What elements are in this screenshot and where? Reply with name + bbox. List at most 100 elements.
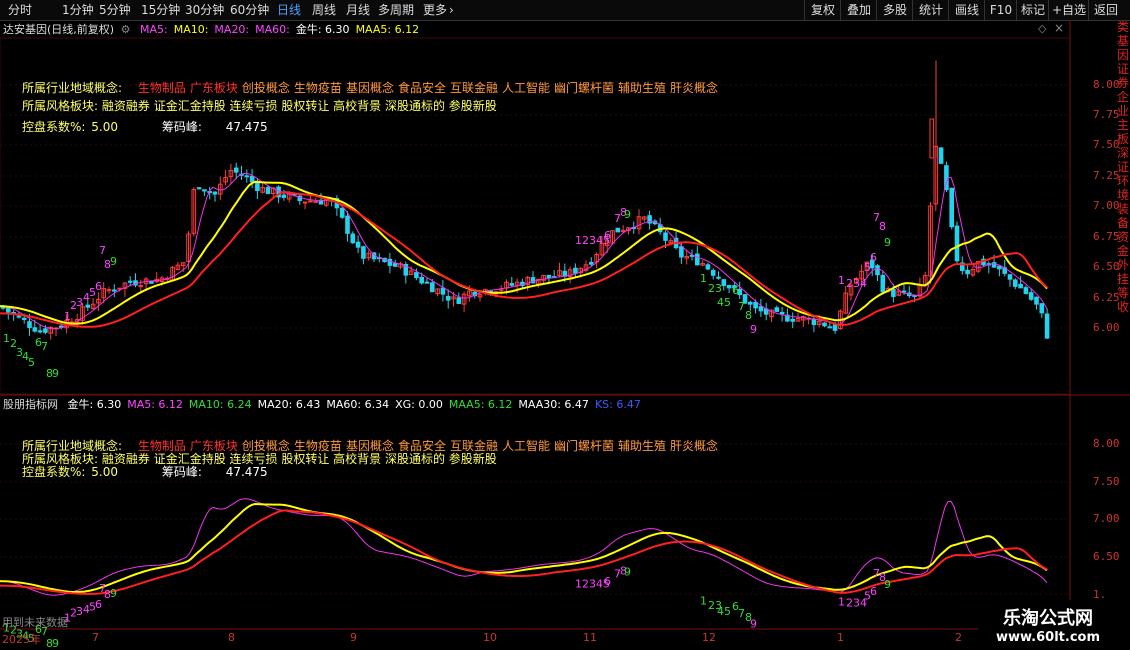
candlestick[interactable]: [509, 276, 515, 288]
candlestick[interactable]: [710, 268, 716, 280]
candlestick[interactable]: [122, 282, 128, 297]
sub-industry-tag-7[interactable]: 人工智能: [502, 439, 550, 453]
candlestick[interactable]: [615, 227, 621, 233]
candlestick[interactable]: [366, 250, 371, 261]
candlestick[interactable]: [191, 187, 197, 237]
industry-tag-2[interactable]: 创投概念: [242, 81, 290, 95]
candlestick[interactable]: [96, 292, 101, 312]
candlestick[interactable]: [112, 284, 117, 297]
industry-tag-3[interactable]: 生物疫苗: [294, 81, 342, 95]
candlestick[interactable]: [37, 325, 43, 334]
sub-industry-tag-1[interactable]: 广东板块: [190, 439, 238, 453]
candlestick[interactable]: [106, 286, 112, 294]
candlestick[interactable]: [1023, 285, 1029, 295]
candlestick[interactable]: [361, 245, 366, 265]
candlestick[interactable]: [355, 235, 361, 254]
industry-tag-7[interactable]: 人工智能: [502, 81, 550, 95]
candlestick[interactable]: [228, 163, 234, 185]
candlestick[interactable]: [594, 252, 599, 269]
industry-tag-8[interactable]: 幽门螺杆菌: [554, 81, 614, 95]
candlestick[interactable]: [1039, 303, 1045, 319]
sub-industry-tag-2[interactable]: 创投概念: [242, 439, 290, 453]
candlestick[interactable]: [11, 310, 16, 321]
candlestick[interactable]: [218, 176, 223, 200]
candlestick[interactable]: [551, 270, 557, 279]
candlestick[interactable]: [175, 261, 181, 271]
candlestick[interactable]: [716, 271, 721, 280]
candlestick[interactable]: [302, 201, 308, 210]
candlestick[interactable]: [774, 305, 780, 312]
sub-industry-tag-3[interactable]: 生物疫苗: [294, 439, 342, 453]
sub-industry-tag-6[interactable]: 互联金融: [450, 439, 498, 453]
candlestick[interactable]: [726, 284, 732, 293]
candlestick-spike[interactable]: [929, 60, 937, 159]
industry-tag-4[interactable]: 基因概念: [346, 81, 394, 95]
industry-tag-5[interactable]: 食品安全: [398, 81, 446, 95]
candlestick[interactable]: [196, 187, 202, 190]
candlestick[interactable]: [917, 277, 923, 300]
candlestick[interactable]: [170, 265, 175, 281]
candlestick[interactable]: [970, 266, 976, 278]
candlestick[interactable]: [133, 273, 138, 288]
industry-tag-10[interactable]: 肝炎概念: [670, 81, 718, 95]
candlestick[interactable]: [700, 260, 705, 267]
candlestick[interactable]: [954, 221, 960, 265]
candlestick[interactable]: [154, 272, 159, 283]
candlestick[interactable]: [557, 262, 562, 278]
candlestick[interactable]: [1018, 276, 1023, 289]
candlestick[interactable]: [636, 209, 642, 235]
strip-char-20: 收: [1116, 300, 1129, 314]
candlestick[interactable]: [435, 288, 440, 297]
candlestick[interactable]: [90, 297, 96, 310]
industry-tag-1[interactable]: 广东板块: [190, 81, 238, 95]
sub-industry-tag-10[interactable]: 肝炎概念: [670, 439, 718, 453]
candlestick[interactable]: [705, 262, 711, 271]
candlestick[interactable]: [520, 278, 525, 288]
candlestick[interactable]: [657, 217, 663, 235]
candlestick[interactable]: [960, 256, 965, 275]
industry-tag-9[interactable]: 辅助生殖: [618, 81, 666, 95]
sub-industry-tag-4[interactable]: 基因概念: [346, 439, 394, 453]
candlestick[interactable]: [880, 270, 886, 295]
candlestick[interactable]: [758, 298, 764, 317]
sub-industry-tag-9[interactable]: 辅助生殖: [618, 439, 666, 453]
sub-industry-tag-8[interactable]: 幽门螺杆菌: [554, 439, 614, 453]
candlestick[interactable]: [456, 292, 462, 305]
industry-tag-6[interactable]: 互联金融: [450, 81, 498, 95]
candle-body: [822, 322, 827, 327]
candlestick[interactable]: [461, 291, 467, 313]
candlestick[interactable]: [239, 165, 244, 181]
candlestick[interactable]: [1007, 273, 1013, 287]
candlestick[interactable]: [938, 146, 944, 164]
candlestick[interactable]: [403, 261, 409, 284]
candlestick[interactable]: [647, 210, 652, 230]
candlestick[interactable]: [875, 264, 880, 282]
candlestick[interactable]: [1013, 278, 1018, 290]
candlestick[interactable]: [997, 265, 1002, 277]
candlestick[interactable]: [822, 322, 827, 328]
candlestick[interactable]: [1044, 308, 1050, 340]
candlestick[interactable]: [811, 315, 817, 333]
candlestick[interactable]: [907, 285, 912, 299]
sub-industry-tag-0[interactable]: 生物制品: [138, 439, 186, 453]
candlestick[interactable]: [202, 189, 207, 197]
candlestick[interactable]: [223, 170, 228, 186]
candlestick[interactable]: [1034, 296, 1039, 310]
candlestick[interactable]: [387, 253, 393, 274]
candlestick[interactable]: [244, 169, 250, 183]
candlestick[interactable]: [334, 195, 340, 216]
candlestick[interactable]: [398, 261, 403, 270]
candlestick[interactable]: [350, 231, 356, 245]
candlestick[interactable]: [721, 278, 727, 291]
candlestick[interactable]: [790, 312, 796, 329]
sub-industry-tag-5[interactable]: 食品安全: [398, 439, 446, 453]
candlestick[interactable]: [445, 289, 451, 309]
candlestick[interactable]: [843, 286, 849, 314]
industry-tag-0[interactable]: 生物制品: [138, 81, 186, 95]
candlestick[interactable]: [949, 187, 955, 230]
candlestick[interactable]: [763, 302, 769, 321]
candlestick[interactable]: [642, 215, 647, 222]
candlestick[interactable]: [339, 207, 345, 220]
candlestick[interactable]: [695, 245, 700, 266]
candlestick[interactable]: [212, 191, 218, 202]
